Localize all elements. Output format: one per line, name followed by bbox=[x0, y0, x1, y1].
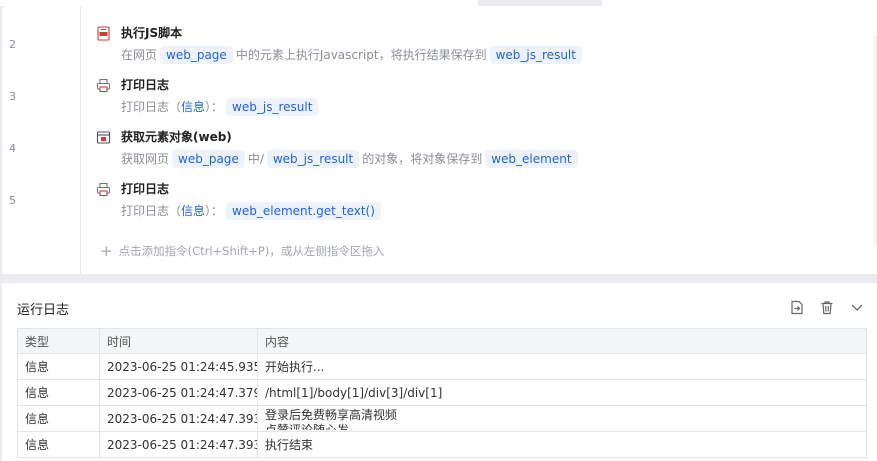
flow-editor: 执行JS脚本 在网页 web_page 中的元素上执行Javascript，将执行结果… bbox=[2, 6, 877, 274]
printer-icon bbox=[96, 182, 111, 197]
variable-tag[interactable]: web_js_result bbox=[489, 45, 582, 64]
js-script-icon bbox=[96, 26, 111, 41]
step-title: 打印日志 bbox=[121, 78, 170, 92]
log-time-cell: 2023-06-25 01:24:47.393 bbox=[99, 431, 258, 458]
description-text: ）： bbox=[205, 99, 224, 114]
description-text: 打印日志（ bbox=[121, 99, 182, 114]
step-title: 打印日志 bbox=[121, 182, 170, 196]
log-time-cell: 2023-06-25 01:24:45.935 bbox=[99, 353, 258, 380]
step-description: 在网页 web_page 中的元素上执行Javascript，将执行结果保存到 web… bbox=[121, 44, 585, 65]
column-type[interactable]: 类型 bbox=[17, 328, 100, 354]
variable-tag[interactable]: web_js_result bbox=[226, 97, 319, 116]
run-log-panel: 运行日志 类型 时间 内容 信息 2023-06-25 01:24:45.935… bbox=[2, 283, 877, 461]
description-text: 在网页 bbox=[121, 47, 158, 62]
step-description: 打印日志（信息）： web_element.get_text() bbox=[121, 200, 384, 221]
variable-tag[interactable]: web_element.get_text() bbox=[226, 201, 381, 220]
variable-tag[interactable]: web_js_result bbox=[266, 149, 360, 168]
log-time-cell: 2023-06-25 01:24:47.393 bbox=[99, 405, 258, 432]
step-description: 打印日志（信息）： web_js_result bbox=[121, 96, 321, 117]
log-table: 类型 时间 内容 信息 2023-06-25 01:24:45.935 开始执行… bbox=[17, 328, 867, 458]
log-actions bbox=[787, 297, 867, 317]
description-text: 的对象，将对象保存到 bbox=[362, 151, 483, 166]
description-text: 中/ bbox=[247, 151, 264, 166]
log-content-cell: /html[1]/body[1]/div[3]/div[1] bbox=[257, 379, 867, 406]
log-time-cell: 2023-06-25 01:24:47.379 bbox=[99, 379, 258, 406]
line-number: 3 bbox=[9, 90, 16, 103]
trash-icon[interactable] bbox=[817, 297, 837, 317]
add-instruction-label: 点击添加指令(Ctrl+Shift+P)，或从左侧指令区拖入 bbox=[118, 244, 385, 258]
step-title: 获取元素对象(web) bbox=[121, 130, 232, 144]
chevron-down-icon[interactable] bbox=[847, 297, 867, 317]
log-type-cell: 信息 bbox=[17, 431, 100, 458]
variable-tag[interactable]: web_page bbox=[172, 149, 245, 168]
log-table-header: 类型 时间 内容 bbox=[17, 328, 867, 354]
log-type-cell: 信息 bbox=[17, 379, 100, 406]
line-number: 4 bbox=[9, 142, 16, 155]
variable-tag[interactable]: web_page bbox=[160, 45, 233, 64]
line-number: 5 bbox=[9, 194, 16, 207]
step-description: 获取网页 web_page 中/web_js_result 的对象，将对象保存到 web… bbox=[121, 148, 581, 169]
log-level-keyword[interactable]: 信息 bbox=[181, 201, 205, 221]
step-title: 执行JS脚本 bbox=[121, 26, 183, 40]
description-text: ）： bbox=[205, 203, 224, 218]
variable-tag[interactable]: web_element bbox=[485, 149, 578, 168]
log-level-keyword[interactable]: 信息 bbox=[181, 97, 205, 117]
description-text: 中的元素上执行Javascript，将执行结果保存到 bbox=[235, 47, 487, 62]
table-row[interactable]: 信息 2023-06-25 01:24:47.393 执行结束 bbox=[17, 431, 867, 458]
table-row[interactable]: 信息 2023-06-25 01:24:45.935 开始执行... bbox=[17, 353, 867, 380]
plus-icon: + bbox=[100, 242, 113, 260]
table-row[interactable]: 信息 2023-06-25 01:24:47.393 登录后免费畅享高清视频 点… bbox=[17, 405, 867, 432]
export-icon[interactable] bbox=[787, 297, 807, 317]
column-time[interactable]: 时间 bbox=[99, 328, 258, 354]
log-type-cell: 信息 bbox=[17, 353, 100, 380]
log-content-cell: 登录后免费畅享高清视频 点赞评论随心发 bbox=[257, 405, 867, 432]
description-text: 打印日志（ bbox=[121, 203, 182, 218]
description-text: 获取网页 bbox=[121, 151, 170, 166]
log-content-cell: 开始执行... bbox=[257, 353, 867, 380]
add-instruction-hint[interactable]: + 点击添加指令(Ctrl+Shift+P)，或从左侧指令区拖入 bbox=[100, 242, 384, 260]
line-number: 2 bbox=[9, 38, 16, 51]
log-panel-title: 运行日志 bbox=[17, 303, 70, 318]
web-element-icon bbox=[96, 130, 111, 145]
table-row[interactable]: 信息 2023-06-25 01:24:47.379 /html[1]/body… bbox=[17, 379, 867, 406]
log-type-cell: 信息 bbox=[17, 405, 100, 432]
log-content-line2: 点赞评论随心发 bbox=[265, 422, 350, 430]
column-content[interactable]: 内容 bbox=[257, 328, 867, 354]
log-content-line1: 登录后免费畅享高清视频 bbox=[265, 407, 398, 422]
printer-icon bbox=[96, 78, 111, 93]
log-content-cell: 执行结束 bbox=[257, 431, 867, 458]
